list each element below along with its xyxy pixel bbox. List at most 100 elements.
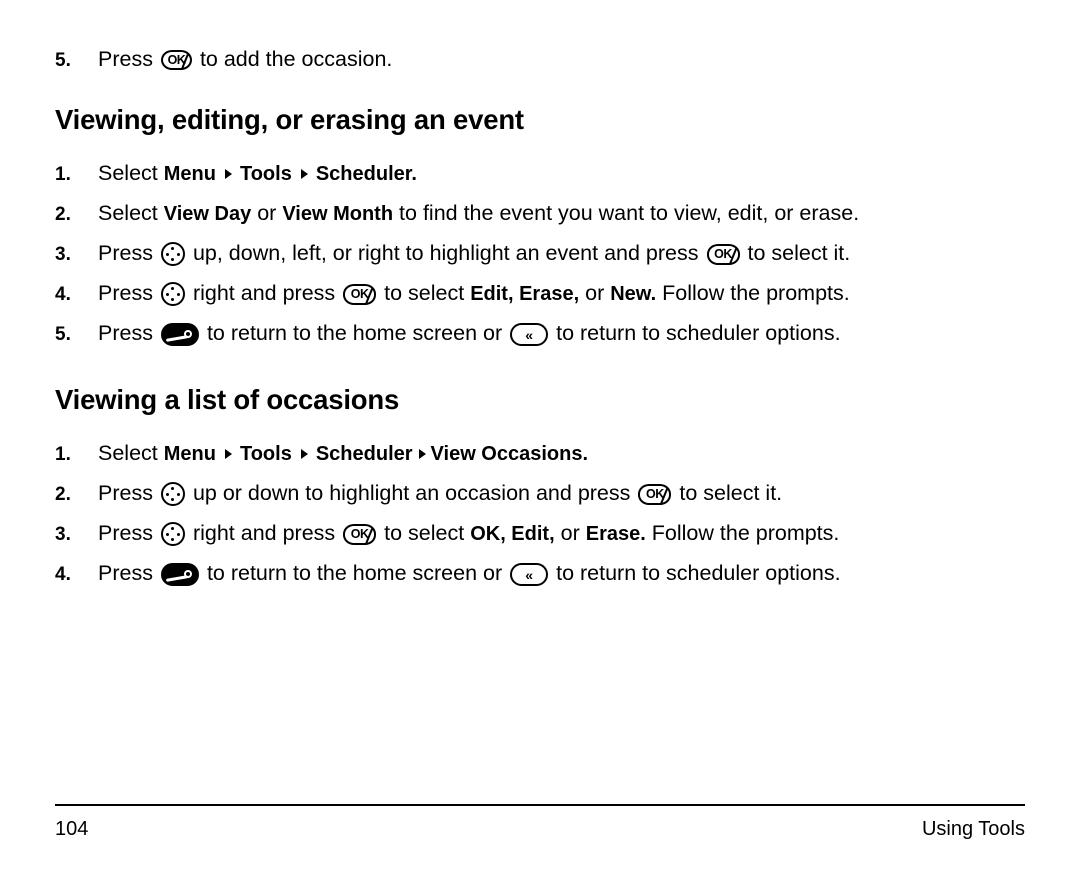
- step-text: Press to return to the home screen or « …: [98, 558, 1025, 588]
- step-text: Press right and press OK to select Edit,…: [98, 278, 1025, 309]
- manual-page: 5. Press OK to add the occasion. Viewing…: [0, 44, 1080, 878]
- back-key-icon: «: [510, 563, 549, 586]
- menu-name: Menu: [163, 443, 216, 465]
- step-text: Press right and press OK to select OK, E…: [98, 518, 1025, 549]
- step-item: 2. Press up or down to highlight an occa…: [55, 478, 1025, 510]
- step-text-post: to select it.: [679, 481, 783, 505]
- footer: 104 Using Tools: [55, 818, 1025, 841]
- step-text-pre: Press: [98, 561, 153, 585]
- menu-name: Scheduler: [315, 443, 413, 465]
- end-key-hole: [183, 570, 192, 578]
- step-text-mid: to return to the home screen or: [206, 561, 503, 585]
- nav-dot-down: [171, 498, 175, 501]
- menu-name: Scheduler.: [315, 163, 417, 185]
- step-text-mid: to return to the home screen or: [206, 321, 503, 345]
- step-text-pre: Press: [98, 281, 153, 305]
- nav-dot-right: [176, 492, 180, 496]
- step-number: 3.: [55, 244, 71, 265]
- option-name: OK, Edit,: [470, 523, 555, 545]
- step-item: 3. Press up, down, left, or right to hig…: [55, 238, 1025, 270]
- navigation-key-icon: [160, 242, 185, 266]
- step-number: 5.: [55, 324, 71, 345]
- end-key-hole: [183, 330, 192, 338]
- nav-dot-right: [176, 252, 180, 256]
- back-key-label: «: [525, 326, 533, 343]
- nav-dot-left: [165, 492, 169, 496]
- back-key-label: «: [525, 566, 533, 583]
- step-text-mid: up, down, left, or right to highlight an…: [192, 241, 699, 265]
- section-heading: Viewing, editing, or erasing an event: [55, 104, 524, 135]
- step-text-post: Follow the prompts.: [651, 521, 840, 545]
- step-text-mid: or: [257, 201, 277, 225]
- option-name: New.: [610, 283, 657, 305]
- step-number: 2.: [55, 204, 71, 225]
- nav-dot-left: [165, 252, 169, 256]
- end-key-icon: [160, 323, 199, 346]
- nav-dot-right: [176, 532, 180, 536]
- step-item: 4. Press to return to the home screen or…: [55, 558, 1025, 590]
- nav-dot-up: [171, 287, 175, 290]
- step-text-pre: Press: [98, 481, 153, 505]
- navigation-key-icon: [160, 522, 185, 546]
- step-number: 4.: [55, 284, 71, 305]
- step-item: 1. Select Menu Tools Scheduler View Occasio…: [55, 438, 1025, 470]
- step-item: 2. Select View Day or View Month to find…: [55, 198, 1025, 230]
- step-text-pre: Select: [98, 161, 158, 185]
- step-text: Press to return to the home screen or « …: [98, 318, 1025, 348]
- step-item: 4. Press right and press OK to select Ed…: [55, 278, 1025, 310]
- step-text-mid2: to select: [384, 521, 465, 545]
- option-name: View Month: [282, 203, 394, 225]
- step-text-mid3: or: [585, 281, 605, 305]
- nav-dot-up: [171, 487, 175, 490]
- ok-key-icon: OK: [160, 50, 192, 70]
- section-heading: Viewing a list of occasions: [55, 384, 400, 415]
- nav-dot-down: [171, 258, 175, 261]
- nav-dot-down: [171, 298, 175, 301]
- step-item: 5. Press to return to the home screen or…: [55, 318, 1025, 350]
- step-text: Press OK to add the occasion.: [98, 44, 1025, 74]
- ok-key-icon: OK: [343, 524, 377, 545]
- option-name: Edit, Erase,: [470, 283, 580, 305]
- step-text-post: to return to scheduler options.: [556, 561, 841, 585]
- menu-arrow-icon: [300, 169, 308, 179]
- step-text-post: to add the occasion.: [199, 47, 393, 71]
- step-text-mid2: to select: [384, 281, 465, 305]
- footer-divider: [55, 804, 1025, 806]
- step-text-pre: Press: [98, 241, 153, 265]
- footer-section-label: Using Tools: [921, 818, 1025, 840]
- navigation-key-icon: [160, 482, 185, 506]
- step-text: Press up, down, left, or right to highli…: [98, 238, 1025, 268]
- menu-arrow-icon: [300, 449, 308, 459]
- menu-name: View Occasions.: [430, 443, 589, 465]
- step-number: 4.: [55, 564, 71, 585]
- nav-dot-left: [165, 532, 169, 536]
- page-number: 104: [55, 818, 89, 840]
- back-key-icon: «: [510, 323, 549, 346]
- step-text-pre: Press: [98, 47, 153, 71]
- option-name: View Day: [163, 203, 252, 225]
- menu-arrow-icon: [224, 449, 232, 459]
- step-number: 1.: [55, 164, 71, 185]
- ok-key-icon: OK: [343, 284, 377, 305]
- ok-key-icon: OK: [638, 484, 672, 505]
- step-item: 5. Press OK to add the occasion.: [55, 44, 1025, 76]
- step-text-post: Follow the prompts.: [662, 281, 850, 305]
- step-number: 1.: [55, 444, 71, 465]
- step-text-post: to select it.: [747, 241, 851, 265]
- step-text: Select Menu Tools Scheduler.: [98, 158, 1025, 189]
- step-number: 2.: [55, 484, 71, 505]
- step-text-post: to return to scheduler options.: [556, 321, 841, 345]
- step-item: 1. Select Menu Tools Scheduler.: [55, 158, 1025, 190]
- step-text: Select View Day or View Month to find th…: [98, 198, 1025, 229]
- nav-dot-down: [171, 538, 175, 541]
- nav-dot-right: [176, 292, 180, 296]
- menu-name: Tools: [239, 163, 292, 185]
- nav-dot-up: [171, 247, 175, 250]
- step-text-pre: Press: [98, 321, 153, 345]
- step-number: 5.: [55, 50, 71, 71]
- step-text-mid: right and press: [192, 281, 336, 305]
- navigation-key-icon: [160, 282, 185, 306]
- step-text-pre: Select: [98, 201, 158, 225]
- step-item: 3. Press right and press OK to select OK…: [55, 518, 1025, 550]
- menu-arrow-icon: [418, 449, 426, 459]
